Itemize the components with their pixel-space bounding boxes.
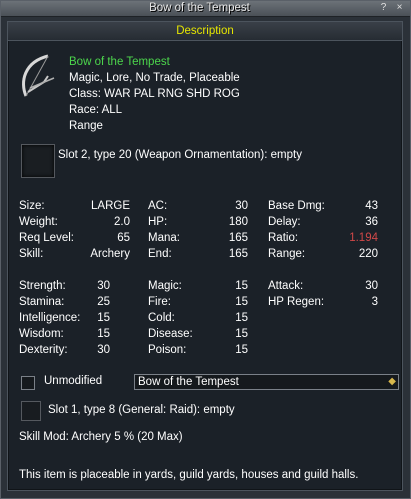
stat-value: 43 [365,200,378,212]
stat-label: End: [148,248,172,260]
stat-label: Wisdom: [19,328,64,340]
stat-value: 15 [235,296,248,308]
stat-value: 3 [371,296,378,308]
stat-value: 180 [228,216,248,228]
stat-label: Strength: [19,280,66,292]
stat-value: 15 [235,344,248,356]
raid-slot-text: Slot 1, type 8 (General: Raid): empty [48,404,235,416]
window-title: Bow of the Tempest [149,2,250,14]
dropdown-selected-value: Bow of the Tempest [138,376,239,388]
stat-value: 30 [97,280,110,292]
description-panel: Description Bow of the Tempest Magic, Lo… [7,21,403,491]
ratio-value: 1.194 [349,232,378,244]
description-header: Description [8,22,402,41]
stat-value: 30 [235,200,248,212]
stat-label: HP Regen: [268,296,325,308]
stat-label: Dexterity: [19,344,68,356]
item-type: Range [69,120,103,132]
stat-label: Ratio: [268,232,299,244]
stat-label: Poison: [148,344,187,356]
ornament-slot[interactable] [21,144,55,178]
stat-value: Archery [90,248,130,260]
stat-value: 2.0 [114,216,130,228]
close-button[interactable]: × [393,2,406,14]
stat-label: Attack: [268,280,304,292]
dropdown-arrow-icon[interactable]: ◆ [388,375,396,389]
ornament-slot-text: Slot 2, type 20 (Weapon Ornamentation): … [58,149,302,161]
stat-value: 220 [358,248,378,260]
stat-label: Base Dmg: [268,200,325,212]
stat-value: 65 [117,232,130,244]
item-class: Class: WAR PAL RNG SHD ROG [69,88,240,100]
stat-value: 15 [97,328,110,340]
title-bar[interactable]: Bow of the Tempest ? × [1,1,410,17]
raid-slot[interactable] [21,401,41,421]
item-select-dropdown[interactable]: Bow of the Tempest ◆ [134,374,399,390]
stat-value: 15 [97,312,110,324]
stat-label: Mana: [148,232,180,244]
stat-value: LARGE [91,200,130,212]
item-name: Bow of the Tempest [69,56,170,68]
stat-value: 15 [235,328,248,340]
stat-label: Range: [268,248,306,260]
description-header-label: Description [176,25,234,37]
placeable-info-text: This item is placeable in yards, guild y… [19,469,359,481]
stat-value: 15 [235,312,248,324]
item-display-window: Bow of the Tempest ? × Description Bow o… [0,0,411,499]
stat-value: 25 [97,296,110,308]
stat-value: 15 [235,280,248,292]
stat-label: HP: [148,216,168,228]
item-flags: Magic, Lore, No Trade, Placeable [69,72,240,84]
stat-label: Disease: [148,328,193,340]
stat-value: 30 [97,344,110,356]
stat-label: Stamina: [19,296,65,308]
unmodified-label: Unmodified [44,375,103,387]
stat-label: Fire: [148,296,171,308]
unmodified-checkbox[interactable] [21,376,35,390]
item-race: Race: ALL [69,104,123,116]
skill-mod-text: Skill Mod: Archery 5 % (20 Max) [19,431,183,443]
stat-label: Intelligence: [19,312,81,324]
stat-value: 165 [228,248,248,260]
bow-icon[interactable] [18,52,58,100]
help-button[interactable]: ? [377,2,390,14]
stat-label: Cold: [148,312,175,324]
stat-label: Req Level: [19,232,74,244]
stat-value: 36 [365,216,378,228]
stat-label: Weight: [19,216,58,228]
stat-label: AC: [148,200,168,212]
stat-label: Skill: [19,248,44,260]
stat-label: Size: [19,200,45,212]
stat-label: Magic: [148,280,182,292]
stat-label: Delay: [268,216,301,228]
stat-value: 30 [365,280,378,292]
stat-value: 165 [228,232,248,244]
